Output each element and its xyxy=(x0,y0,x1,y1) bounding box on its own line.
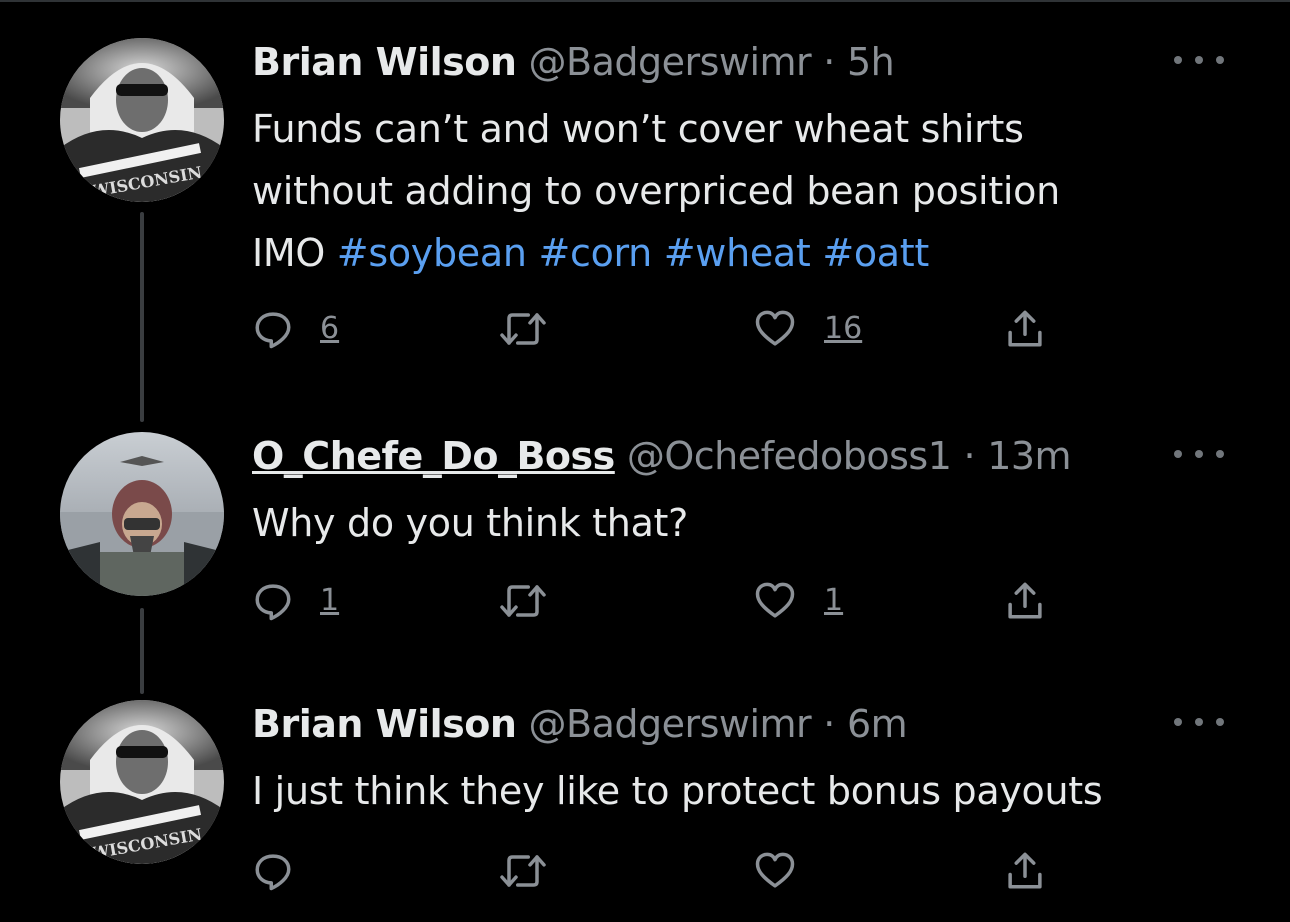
separator-dot: · xyxy=(823,40,835,84)
hashtag-link[interactable]: #wheat xyxy=(664,231,811,275)
timestamp[interactable]: 13m xyxy=(987,434,1071,478)
reply-button[interactable] xyxy=(252,846,294,896)
timestamp[interactable]: 6m xyxy=(847,702,908,746)
reply-button[interactable]: 1 xyxy=(252,576,339,626)
separator-dot: · xyxy=(823,702,835,746)
tweet-actions: 6 16 xyxy=(252,304,1072,354)
retweet-icon xyxy=(498,580,548,622)
hashtag-link[interactable]: #soybean xyxy=(337,231,527,275)
like-button[interactable] xyxy=(752,846,798,896)
share-button[interactable] xyxy=(1004,846,1046,896)
like-count: 1 xyxy=(824,583,844,618)
like-icon xyxy=(752,308,798,350)
tweet-text-line: IMO #soybean #corn #wheat #oatt xyxy=(252,222,1060,284)
reply-count: 1 xyxy=(320,583,340,618)
author-name[interactable]: Brian Wilson xyxy=(252,40,517,84)
share-icon xyxy=(1004,849,1046,893)
like-button[interactable]: 16 xyxy=(752,304,862,354)
like-icon xyxy=(752,580,798,622)
retweet-icon xyxy=(498,308,548,350)
author-handle[interactable]: @Badgerswimr xyxy=(529,702,812,746)
timestamp[interactable]: 5h xyxy=(847,40,895,84)
retweet-button[interactable] xyxy=(498,304,548,354)
author-handle[interactable]: @Ochefedoboss1 xyxy=(627,434,952,478)
more-icon[interactable] xyxy=(1174,442,1224,466)
share-icon xyxy=(1004,579,1046,623)
text-prefix: IMO xyxy=(252,231,337,275)
tweet-text-line: Funds can’t and won’t cover wheat shirts xyxy=(252,107,1024,151)
avatar[interactable]: WISCONSIN xyxy=(60,38,224,202)
reply-button[interactable]: 6 xyxy=(252,304,339,354)
hashtag-link[interactable]: #corn xyxy=(538,231,652,275)
retweet-icon xyxy=(498,850,548,892)
tweet-text: Why do you think that? xyxy=(252,492,688,554)
tweet-actions xyxy=(252,846,1072,896)
share-icon xyxy=(1004,307,1046,351)
tweet-text: I just think they like to protect bonus … xyxy=(252,760,1103,822)
tweet-header: Brian Wilson @Badgerswimr · 5h xyxy=(252,38,895,86)
tweet-header: O_Chefe_Do_Boss @Ochefedoboss1 · 13m xyxy=(252,432,1072,480)
like-count: 16 xyxy=(824,311,863,346)
tweet-text: Funds can’t and won’t cover wheat shirts… xyxy=(252,98,1060,284)
author-name[interactable]: O_Chefe_Do_Boss xyxy=(252,434,615,478)
more-icon[interactable] xyxy=(1174,48,1224,72)
like-button[interactable]: 1 xyxy=(752,576,843,626)
top-divider xyxy=(0,0,1290,2)
tweet-header: Brian Wilson @Badgerswimr · 6m xyxy=(252,700,908,748)
avatar[interactable]: WISCONSIN xyxy=(60,700,224,864)
tweet-text-line: I just think they like to protect bonus … xyxy=(252,769,1103,813)
reply-icon xyxy=(252,580,294,622)
author-handle[interactable]: @Badgerswimr xyxy=(529,40,812,84)
separator-dot: · xyxy=(963,434,976,478)
thread-connector-line xyxy=(140,212,144,422)
reply-count: 6 xyxy=(320,311,340,346)
avatar[interactable] xyxy=(60,432,224,596)
reply-icon xyxy=(252,850,294,892)
retweet-button[interactable] xyxy=(498,846,548,896)
share-button[interactable] xyxy=(1004,576,1046,626)
retweet-button[interactable] xyxy=(498,576,548,626)
reply-icon xyxy=(252,308,294,350)
tweet-text-line: without adding to overpriced bean positi… xyxy=(252,169,1060,213)
thread-connector-line xyxy=(140,608,144,694)
more-icon[interactable] xyxy=(1174,710,1224,734)
author-name[interactable]: Brian Wilson xyxy=(252,702,517,746)
hashtag-link[interactable]: #oatt xyxy=(822,231,929,275)
tweet-text-line: Why do you think that? xyxy=(252,501,689,545)
like-icon xyxy=(752,850,798,892)
share-button[interactable] xyxy=(1004,304,1046,354)
tweet-actions: 1 1 xyxy=(252,576,1072,626)
